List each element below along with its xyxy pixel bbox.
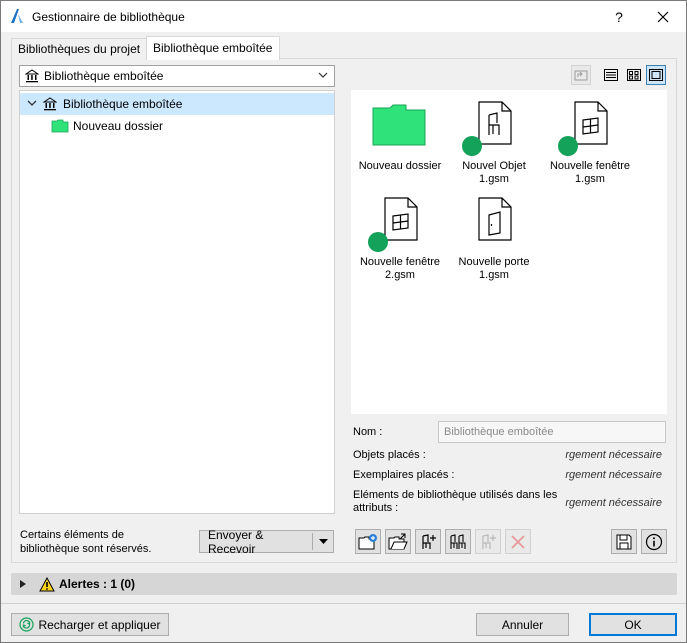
duplicate-object-button[interactable]: [445, 529, 471, 554]
parent-folder-button[interactable]: [571, 65, 591, 85]
info-button[interactable]: [641, 529, 667, 554]
grid-view-icon: [627, 69, 641, 81]
folder-icon: [372, 104, 426, 146]
library-select[interactable]: Bibliothèque emboîtée: [19, 65, 335, 87]
attribute-elements-value: rgement nécessaire: [565, 497, 662, 509]
status-dot: [558, 136, 578, 156]
expand-triangle-icon[interactable]: [19, 580, 27, 588]
open-folder-icon: [388, 533, 408, 549]
chair-reserve-icon: [482, 533, 496, 549]
reserve-object-button[interactable]: [475, 529, 501, 554]
reload-apply-label: Recharger et appliquer: [38, 617, 161, 632]
send-receive-dropdown[interactable]: [313, 538, 333, 545]
archicad-app-icon: [11, 9, 23, 23]
library-select-value: Bibliothèque emboîtée: [44, 69, 164, 83]
tree-item-folder-label: Nouveau dossier: [73, 119, 164, 133]
window-file-icon: [384, 197, 418, 241]
alerts-bar[interactable]: Alertes : 1 (0): [11, 573, 677, 595]
gallery-item-object[interactable]: Nouvel Objet 1.gsm: [445, 90, 543, 190]
tree-item-root[interactable]: Bibliothèque emboîtée: [20, 93, 334, 115]
tab-embedded-library[interactable]: Bibliothèque emboîtée: [146, 36, 280, 60]
gallery-item-label-ext: 1.gsm: [479, 269, 509, 281]
status-dot: [462, 136, 482, 156]
add-files-button[interactable]: [385, 529, 411, 554]
tree-item-folder[interactable]: Nouveau dossier: [20, 115, 334, 137]
send-receive-button[interactable]: Envoyer & Recevoir: [199, 527, 334, 556]
chevron-down-icon: [318, 72, 328, 78]
placed-instances-value: rgement nécessaire: [565, 469, 662, 481]
close-icon: [657, 11, 669, 22]
folder-icon: [51, 119, 69, 133]
reload-apply-button[interactable]: Recharger et appliquer: [11, 613, 169, 636]
send-receive-label: Envoyer & Recevoir: [208, 527, 264, 556]
cancel-button[interactable]: Annuler: [476, 613, 569, 636]
gallery-item-folder[interactable]: Nouveau dossier: [351, 90, 449, 190]
placed-instances-label: Exemplaires placés :: [353, 469, 455, 481]
delete-button[interactable]: [505, 529, 531, 554]
name-field: Bibliothèque emboîtée: [438, 421, 666, 443]
ok-button[interactable]: OK: [589, 613, 677, 636]
gallery-item-label: Nouvelle porte: [458, 256, 530, 268]
gallery-item-label: Nouveau dossier: [358, 160, 442, 172]
gallery-item-label: Nouvelle fenêtre: [359, 256, 441, 268]
tab-project-libraries[interactable]: Bibliothèques du projet: [11, 38, 147, 59]
warning-icon: [39, 576, 55, 591]
window-file-icon: [574, 101, 608, 145]
library-icon: [43, 97, 57, 111]
caret-down-icon: [318, 538, 328, 544]
new-folder-icon: [358, 533, 377, 549]
close-button[interactable]: [640, 1, 686, 32]
placed-objects-label: Objets placés :: [353, 449, 426, 461]
folder-up-icon: [574, 70, 588, 81]
footer-separator: [1, 603, 686, 604]
gallery-item-label-ext: 2.gsm: [385, 269, 415, 281]
gallery-item-label-ext: 1.gsm: [575, 173, 605, 185]
save-button[interactable]: [611, 529, 637, 554]
chair-file-icon: [478, 101, 512, 145]
preview-view-icon: [649, 69, 663, 81]
gallery-item-window-2[interactable]: Nouvelle fenêtre 2.gsm: [351, 190, 449, 290]
library-tree[interactable]: Bibliothèque emboîtée Nouveau dossier: [19, 90, 335, 514]
placed-objects-value: rgement nécessaire: [565, 449, 662, 461]
info-icon: [645, 533, 663, 550]
library-gallery[interactable]: Nouveau dossier Nouvel Objet 1.gsm Nouve…: [351, 90, 667, 414]
window-title: Gestionnaire de bibliothèque: [32, 10, 185, 24]
delete-x-icon: [511, 534, 525, 549]
reserved-note: Certains éléments de bibliothèque sont r…: [20, 528, 190, 556]
attribute-elements-label: Eléments de bibliothèque utilisés dans l…: [353, 489, 558, 501]
gallery-item-label: Nouvel Objet: [462, 160, 526, 172]
new-object-button[interactable]: [415, 529, 441, 554]
title-bar: Gestionnaire de bibliothèque ?: [1, 1, 686, 32]
attribute-elements-label-2: attributs :: [353, 502, 399, 514]
name-label: Nom :: [353, 426, 383, 438]
status-dot: [368, 232, 388, 252]
reload-icon: [19, 617, 35, 632]
list-view-icon: [604, 69, 618, 81]
library-icon: [25, 69, 39, 83]
new-folder-button[interactable]: [355, 529, 381, 554]
gallery-item-label: Nouvelle fenêtre: [549, 160, 631, 172]
reserved-note-line1: Certains éléments de: [20, 529, 124, 541]
list-view-button[interactable]: [601, 65, 621, 85]
reserved-note-line2: bibliothèque sont réservés.: [20, 543, 152, 555]
help-button[interactable]: ?: [596, 1, 642, 32]
gallery-item-label-ext: 1.gsm: [479, 173, 509, 185]
alerts-label: Alertes : 1 (0): [59, 577, 136, 591]
save-icon: [616, 534, 632, 549]
gallery-item-window-1[interactable]: Nouvelle fenêtre 1.gsm: [541, 90, 639, 190]
tree-item-root-label: Bibliothèque emboîtée: [63, 97, 183, 111]
chair-add-icon: [422, 533, 436, 549]
library-manager-dialog: Gestionnaire de bibliothèque ? Bibliothè…: [0, 0, 687, 643]
grid-view-button[interactable]: [624, 65, 644, 85]
chevron-down-icon[interactable]: [26, 97, 38, 109]
door-file-icon: [478, 197, 512, 241]
chairs-icon: [450, 533, 466, 549]
gallery-item-door[interactable]: Nouvelle porte 1.gsm: [445, 190, 543, 290]
preview-view-button[interactable]: [646, 65, 666, 85]
